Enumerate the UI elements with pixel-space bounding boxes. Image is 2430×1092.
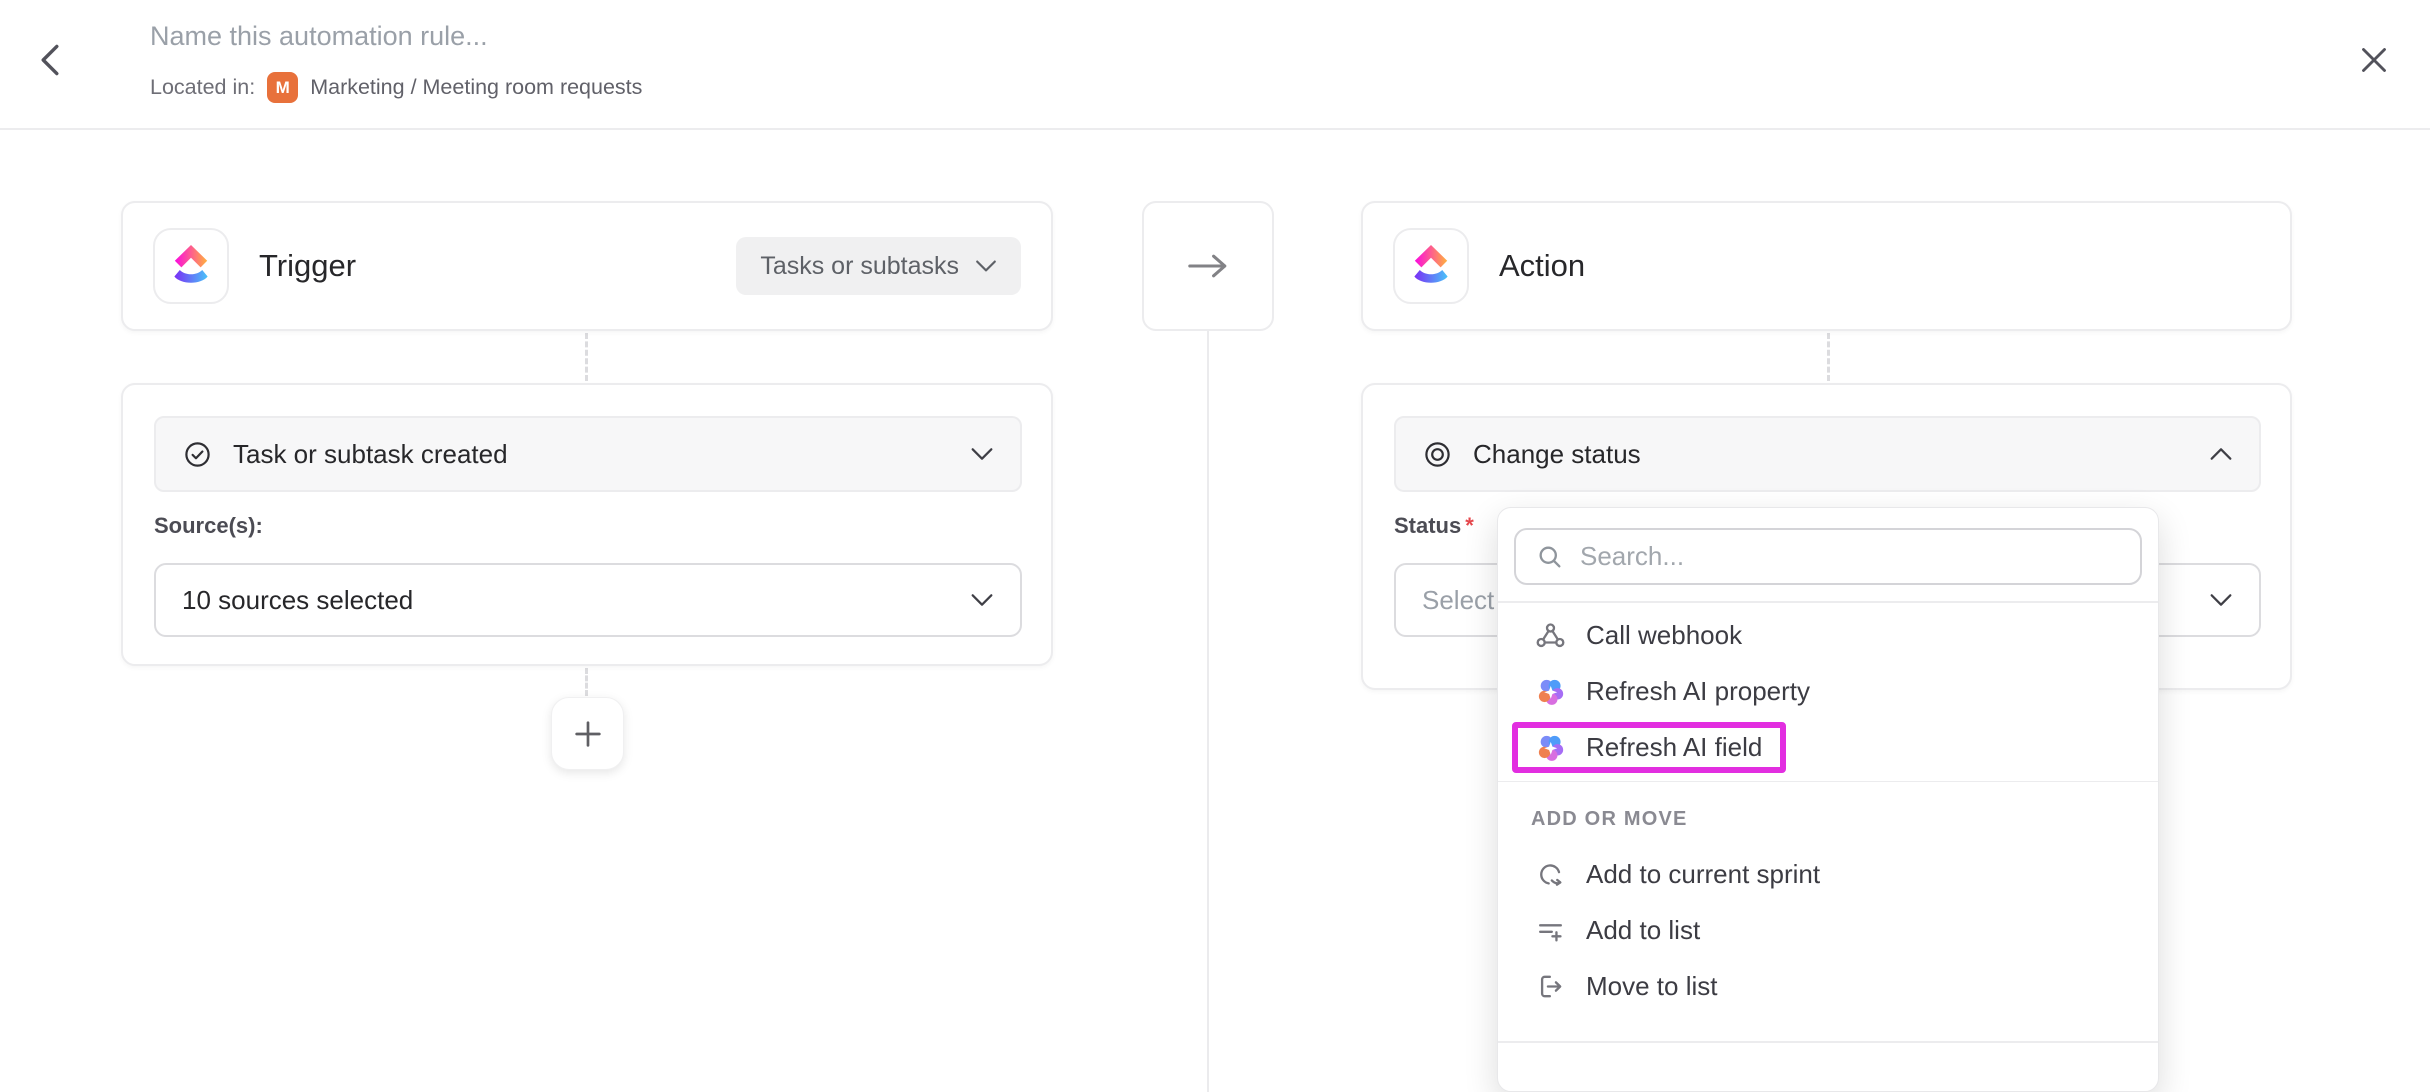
menu-item-refresh-ai-property[interactable]: Refresh AI property — [1498, 664, 2158, 720]
chevron-left-icon — [37, 43, 63, 77]
menu-item-call-webhook[interactable]: Call webhook — [1498, 608, 2158, 664]
action-picker-popup: Call webhook Refresh AI property — [1497, 507, 2159, 1092]
back-button[interactable] — [28, 38, 72, 82]
webhook-icon — [1535, 620, 1566, 651]
clickup-logo-box — [1393, 228, 1469, 304]
move-to-list-icon — [1535, 971, 1566, 1002]
plus-icon — [571, 717, 605, 751]
status-target-icon — [1422, 439, 1453, 470]
sprint-icon — [1535, 859, 1566, 890]
action-title: Action — [1499, 248, 1585, 284]
trigger-config-card: Task or subtask created Source(s): 10 so… — [121, 383, 1053, 666]
action-menu-group: Call webhook Refresh AI property — [1498, 603, 2158, 781]
search-icon — [1536, 543, 1564, 571]
menu-item-add-to-current-sprint[interactable]: Add to current sprint — [1498, 846, 2158, 902]
sources-value: 10 sources selected — [182, 585, 413, 616]
divider — [1498, 1041, 2158, 1043]
section-header-add-or-move: ADD OR MOVE — [1498, 782, 2158, 841]
chevron-down-icon — [975, 259, 997, 273]
location-path[interactable]: Marketing / Meeting room requests — [310, 75, 642, 100]
search-input[interactable] — [1580, 541, 2120, 572]
action-type-label: Change status — [1473, 439, 1641, 470]
menu-item-refresh-ai-field[interactable]: Refresh AI field — [1498, 720, 2158, 776]
flow-connector-line — [1207, 331, 1209, 1092]
chevron-down-icon — [970, 593, 994, 607]
search-box[interactable] — [1514, 528, 2142, 585]
ai-sparkle-icon — [1535, 676, 1566, 707]
menu-item-add-to-list[interactable]: Add to list — [1498, 902, 2158, 958]
sources-select[interactable]: 10 sources selected — [154, 563, 1022, 637]
trigger-title: Trigger — [259, 248, 356, 284]
trigger-type-label: Tasks or subtasks — [760, 252, 959, 281]
menu-item-label: Refresh AI field — [1586, 732, 1762, 763]
search-container — [1498, 508, 2158, 601]
menu-item-label: Move to list — [1586, 971, 1718, 1002]
clickup-logo-icon — [1410, 241, 1452, 291]
menu-item-label: Call webhook — [1586, 620, 1742, 651]
chevron-up-icon — [2209, 447, 2233, 461]
header: Located in: M Marketing / Meeting room r… — [0, 0, 2430, 130]
trigger-event-select[interactable]: Task or subtask created — [154, 416, 1022, 492]
ai-sparkle-icon — [1535, 732, 1566, 763]
trigger-to-action-node[interactable] — [1142, 201, 1274, 331]
clickup-logo-icon — [170, 241, 212, 291]
trigger-event-label: Task or subtask created — [233, 439, 508, 470]
arrow-right-icon — [1185, 252, 1231, 280]
close-icon — [2359, 45, 2389, 75]
status-field-label: Status* — [1394, 513, 1474, 539]
status-select-placeholder: Select — [1422, 585, 1494, 616]
located-in-label: Located in: — [150, 75, 255, 100]
trigger-card: Trigger Tasks or subtasks — [121, 201, 1053, 331]
chevron-down-icon — [2209, 593, 2233, 607]
menu-item-label: Add to list — [1586, 915, 1700, 946]
rule-name-input[interactable] — [150, 14, 1250, 58]
menu-item-move-to-list[interactable]: Move to list — [1498, 958, 2158, 1014]
trigger-type-selector[interactable]: Tasks or subtasks — [736, 237, 1021, 295]
sources-label: Source(s): — [154, 513, 263, 539]
close-button[interactable] — [2350, 36, 2398, 84]
space-badge[interactable]: M — [267, 72, 298, 103]
trigger-connector-dashed — [585, 333, 588, 381]
status-label-text: Status — [1394, 513, 1461, 538]
action-card: Action — [1361, 201, 2292, 331]
chevron-down-icon — [970, 447, 994, 461]
clickup-logo-box — [153, 228, 229, 304]
location-breadcrumb: Located in: M Marketing / Meeting room r… — [150, 72, 642, 103]
popup-bottom-padding — [1498, 1019, 2158, 1041]
menu-item-label: Add to current sprint — [1586, 859, 1820, 890]
highlight-box: Refresh AI field — [1512, 722, 1786, 773]
action-type-select[interactable]: Change status — [1394, 416, 2261, 492]
check-circle-icon — [182, 439, 213, 470]
menu-item-label: Refresh AI property — [1586, 676, 1810, 707]
trigger-plus-connector-dashed — [585, 668, 588, 696]
action-connector-dashed — [1827, 333, 1830, 381]
add-to-list-icon — [1535, 915, 1566, 946]
required-marker: * — [1465, 513, 1474, 538]
add-or-move-group: Add to current sprint Add to list Move t… — [1498, 841, 2158, 1019]
add-node-button[interactable] — [551, 697, 624, 770]
